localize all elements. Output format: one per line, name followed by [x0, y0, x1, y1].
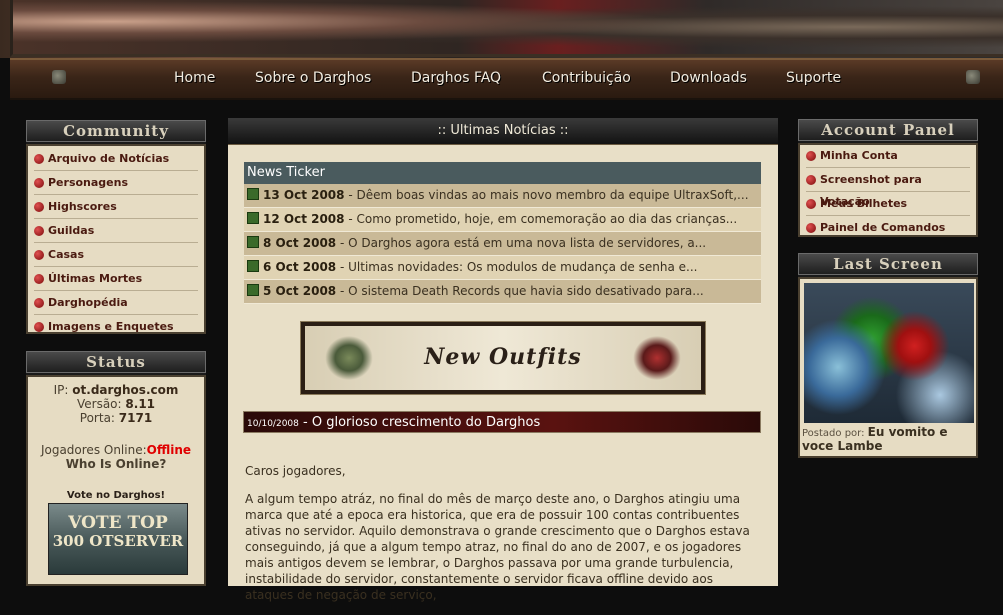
last-screen-box: Last Screen Postado por: Eu vomito e voc…: [798, 253, 978, 458]
nav-sobre[interactable]: Sobre o Darghos: [255, 70, 371, 86]
news-icon: [247, 188, 259, 200]
last-screenshot-image[interactable]: [804, 283, 974, 423]
last-screen-body: Postado por: Eu vomito e voce Lambe: [798, 277, 978, 458]
bullet-icon: [34, 154, 44, 164]
news-body: Caros jogadores, A algum tempo atráz, no…: [245, 463, 761, 615]
nav-suporte[interactable]: Suporte: [786, 70, 841, 86]
status-ip: IP: ot.darghos.com: [53, 383, 179, 397]
bullet-icon: [806, 223, 816, 233]
community-title: Community: [26, 120, 206, 142]
menu-item-casas[interactable]: Casas: [34, 244, 198, 267]
menu-item-arquivo[interactable]: Arquivo de Notícias: [34, 148, 198, 171]
account-panel-menu: Minha Conta Screenshot para Votação Meus…: [798, 143, 978, 237]
vote-label: Vote no Darghos!: [66, 490, 166, 501]
status-players: Jogadores Online:Offline: [40, 443, 192, 457]
ticker-row[interactable]: 12 Oct 2008 - Como prometido, hoje, em c…: [244, 208, 761, 232]
ticker-row[interactable]: 5 Oct 2008 - O sistema Death Records que…: [244, 280, 761, 304]
who-is-online-link[interactable]: Who Is Online?: [28, 457, 204, 471]
ticker-row[interactable]: 13 Oct 2008 - Dêem boas vindas ao mais n…: [244, 184, 761, 208]
top-navigation: Home Sobre o Darghos Darghos FAQ Contrib…: [10, 58, 1003, 100]
news-title: - O glorioso crescimento do Darghos: [303, 415, 541, 430]
news-greeting: Caros jogadores,: [245, 464, 346, 478]
main-content: :: Ultimas Notícias :: News Ticker 13 Oc…: [228, 118, 778, 602]
nav-downloads[interactable]: Downloads: [670, 70, 747, 86]
news-headline[interactable]: 10/10/2008 - O glorioso crescimento do D…: [243, 411, 761, 433]
ticker-title: News Ticker: [244, 162, 761, 184]
news-ticker: News Ticker 13 Oct 2008 - Dêem boas vind…: [244, 162, 761, 304]
bullet-icon: [806, 175, 816, 185]
bullet-icon: [34, 322, 44, 332]
bullet-icon: [34, 226, 44, 236]
posted-by: Postado por: Eu vomito e voce Lambe: [802, 425, 948, 453]
account-panel-title: Account Panel: [798, 119, 978, 141]
community-box: Community Arquivo de Notícias Personagen…: [26, 120, 206, 334]
nav-home[interactable]: Home: [174, 70, 215, 86]
bullet-icon: [806, 151, 816, 161]
menu-item-mortes[interactable]: Últimas Mortes: [34, 268, 198, 291]
news-icon: [247, 212, 259, 224]
main-header: :: Ultimas Notícias ::: [228, 118, 778, 145]
bullet-icon: [806, 199, 816, 209]
menu-item-imagens[interactable]: Imagens e Enquetes: [34, 316, 198, 338]
status-version: Versão: 8.11: [76, 397, 156, 411]
bullet-icon: [34, 250, 44, 260]
menu-item-highscores[interactable]: Highscores: [34, 196, 198, 219]
news-paragraph: A algum tempo atráz, no final do mês de …: [245, 492, 750, 602]
header-banner: [0, 0, 1003, 58]
news-date: 10/10/2008: [247, 419, 299, 429]
status-offline-badge: Offline: [146, 443, 192, 457]
news-icon: [247, 284, 259, 296]
ticker-row[interactable]: 8 Oct 2008 - O Darghos agora está em uma…: [244, 232, 761, 256]
news-icon: [247, 260, 259, 272]
menu-item-guildas[interactable]: Guildas: [34, 220, 198, 243]
nav-contribuicao[interactable]: Contribuição: [542, 70, 631, 86]
bullet-icon: [34, 274, 44, 284]
menu-item-screenshot[interactable]: Screenshot para Votação: [806, 169, 970, 208]
community-menu: Arquivo de Notícias Personagens Highscor…: [26, 144, 206, 334]
nav-faq[interactable]: Darghos FAQ: [411, 70, 501, 86]
last-screen-title: Last Screen: [798, 253, 978, 275]
bullet-icon: [34, 178, 44, 188]
bullet-icon: [34, 298, 44, 308]
banner-artwork: [10, 0, 1003, 57]
menu-item-personagens[interactable]: Personagens: [34, 172, 198, 195]
outfits-banner-title: New Outfits: [424, 344, 582, 370]
menu-item-bilhetes[interactable]: Meus Bilhetes: [806, 193, 970, 216]
bullet-icon: [34, 202, 44, 212]
status-body: IP: ot.darghos.com Versão: 8.11 Porta: 7…: [26, 375, 206, 586]
status-title: Status: [26, 351, 206, 373]
vote-top300-banner[interactable]: VOTE TOP 300 OTSERVER: [48, 503, 188, 575]
status-box: Status IP: ot.darghos.com Versão: 8.11 P…: [26, 351, 206, 586]
status-port: Porta: 7171: [79, 411, 153, 425]
nav-menu: Home Sobre o Darghos Darghos FAQ Contrib…: [10, 60, 1003, 98]
news-icon: [247, 236, 259, 248]
ticker-row[interactable]: 6 Oct 2008 - Ultimas novidades: Os modul…: [244, 256, 761, 280]
new-outfits-banner[interactable]: New Outfits: [300, 321, 706, 395]
account-panel-box: Account Panel Minha Conta Screenshot par…: [798, 119, 978, 237]
menu-item-minha-conta[interactable]: Minha Conta: [806, 145, 970, 168]
menu-item-darghopedia[interactable]: Darghopédia: [34, 292, 198, 315]
menu-item-painel[interactable]: Painel de Comandos: [806, 217, 970, 239]
